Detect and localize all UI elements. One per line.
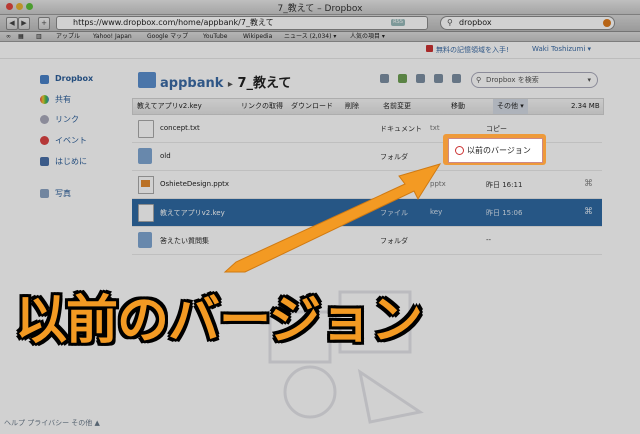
browser-window: 7_教えて – Dropbox ◀ ▶ + https://www.dropbo…	[0, 0, 640, 434]
annotation-caption: 以前のバージョン	[15, 291, 423, 351]
clock-icon	[455, 146, 464, 155]
context-menu-highlight: 以前のバージョン	[443, 134, 546, 165]
menu-item-label: 以前のバージョン	[467, 146, 531, 155]
annotation-arrow	[223, 163, 442, 273]
arrow-shape	[223, 163, 442, 273]
version-history-menu-item[interactable]: 以前のバージョン	[448, 138, 543, 163]
